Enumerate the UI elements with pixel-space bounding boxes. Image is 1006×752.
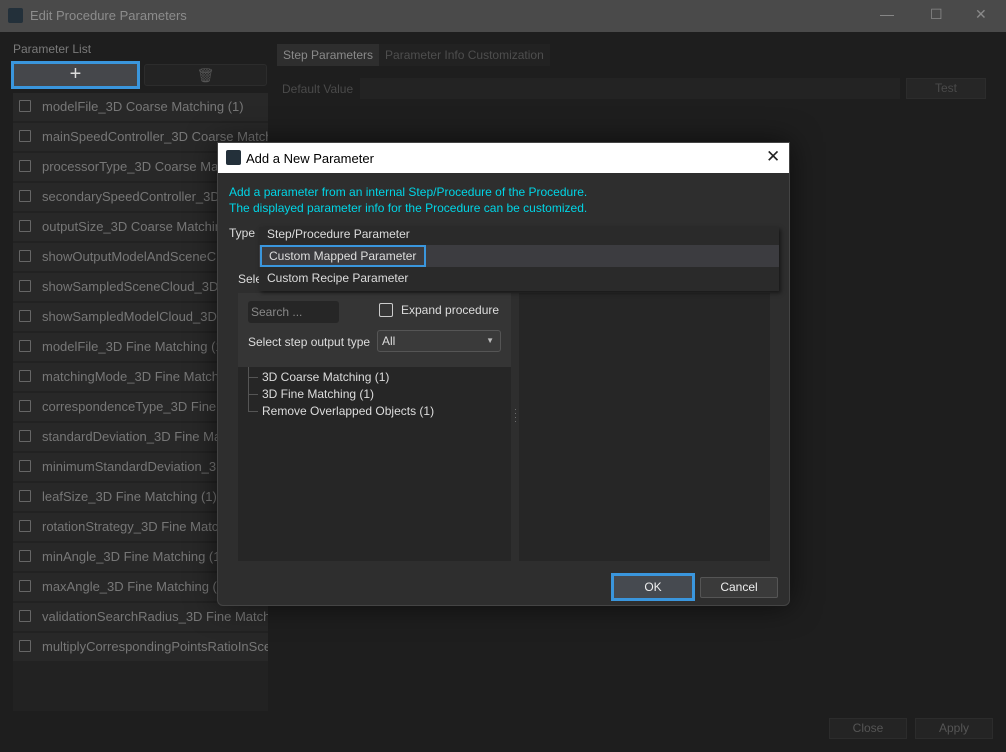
parameter-name: validationSearchRadius_3D Fine Matching … bbox=[42, 609, 268, 624]
dialog-close-button[interactable]: ✕ bbox=[766, 147, 780, 167]
tree-item[interactable]: 3D Coarse Matching (1) bbox=[262, 370, 389, 384]
output-type-label: Select step output type bbox=[248, 335, 371, 349]
parameter-name: multiplyCorrespondingPointsRatioInScene_… bbox=[42, 639, 268, 654]
parameter-icon bbox=[19, 550, 31, 562]
type-dropdown-popup: Step/Procedure Parameter Custom Mapped P… bbox=[259, 227, 779, 291]
parameter-icon bbox=[19, 430, 31, 442]
minimize-button[interactable]: — bbox=[880, 6, 894, 22]
parameter-list-item[interactable]: multiplyCorrespondingPointsRatioInScene_… bbox=[13, 633, 268, 661]
parameter-icon bbox=[19, 100, 31, 112]
step-selection-panel: Search ... Expand procedure Select step … bbox=[238, 293, 511, 561]
parameter-icon bbox=[19, 130, 31, 142]
default-value-input[interactable] bbox=[360, 78, 900, 99]
parameter-icon bbox=[19, 580, 31, 592]
parameter-name: minAngle_3D Fine Matching (1) bbox=[42, 549, 225, 564]
type-option-custom-recipe[interactable]: Custom Recipe Parameter bbox=[267, 267, 408, 289]
chevron-down-icon: ▼ bbox=[486, 336, 494, 345]
ok-button[interactable]: OK bbox=[611, 573, 695, 601]
tree-line bbox=[248, 395, 258, 412]
expand-procedure-label: Expand procedure bbox=[401, 303, 500, 317]
parameter-name: modelFile_3D Coarse Matching (1) bbox=[42, 99, 244, 114]
parameter-list-label: Parameter List bbox=[13, 42, 92, 56]
apply-button[interactable]: Apply bbox=[915, 718, 993, 739]
type-option-step-procedure[interactable]: Step/Procedure Parameter bbox=[267, 223, 410, 245]
tab-parameter-info-customization[interactable]: Parameter Info Customization bbox=[379, 44, 550, 66]
default-value-label: Default Value bbox=[282, 82, 354, 96]
dialog-title: Add a New Parameter bbox=[246, 151, 374, 166]
parameter-name: leafSize_3D Fine Matching (1) bbox=[42, 489, 217, 504]
filter-area: Search ... Expand procedure Select step … bbox=[238, 293, 511, 367]
app-logo-icon bbox=[8, 8, 23, 23]
window-titlebar: Edit Procedure Parameters — ☐ ✕ bbox=[0, 0, 1006, 32]
parameter-icon bbox=[19, 250, 31, 262]
tree-line bbox=[248, 378, 258, 395]
window-close-button[interactable]: ✕ bbox=[975, 6, 987, 23]
parameter-icon bbox=[19, 460, 31, 472]
output-type-value: All bbox=[382, 334, 396, 348]
parameter-icon bbox=[19, 160, 31, 172]
info-text-1: Add a parameter from an internal Step/Pr… bbox=[229, 185, 588, 199]
trash-icon: 🗑 bbox=[196, 67, 215, 83]
parameter-name: maxAngle_3D Fine Matching (1) bbox=[42, 579, 229, 594]
tree-item[interactable]: Remove Overlapped Objects (1) bbox=[262, 404, 434, 418]
parameter-icon bbox=[19, 310, 31, 322]
parameter-icon bbox=[19, 490, 31, 502]
parameter-icon bbox=[19, 220, 31, 232]
add-parameter-button[interactable]: + bbox=[11, 61, 140, 89]
parameter-icon bbox=[19, 520, 31, 532]
tree-line bbox=[248, 367, 258, 378]
parameter-icon bbox=[19, 370, 31, 382]
add-parameter-dialog: Add a New Parameter ✕ Add a parameter fr… bbox=[217, 142, 790, 606]
tab-step-parameters[interactable]: Step Parameters bbox=[277, 44, 380, 66]
parameter-icon bbox=[19, 280, 31, 292]
parameter-icon bbox=[19, 610, 31, 622]
test-button[interactable]: Test bbox=[906, 78, 986, 99]
info-text-2: The displayed parameter info for the Pro… bbox=[229, 201, 588, 215]
splitter-handle[interactable]: · · · · bbox=[514, 405, 517, 426]
tab-bar: Step Parameters Parameter Info Customizat… bbox=[277, 44, 550, 66]
dialog-titlebar: Add a New Parameter ✕ bbox=[218, 143, 789, 173]
parameter-icon bbox=[19, 340, 31, 352]
maximize-button[interactable]: ☐ bbox=[930, 6, 943, 23]
parameter-icon bbox=[19, 190, 31, 202]
output-type-select[interactable]: All ▼ bbox=[377, 330, 501, 352]
parameter-list-item[interactable]: validationSearchRadius_3D Fine Matching … bbox=[13, 603, 268, 631]
cancel-button[interactable]: Cancel bbox=[700, 577, 778, 598]
expand-procedure-checkbox[interactable] bbox=[379, 303, 393, 317]
app-logo-icon bbox=[226, 150, 241, 165]
parameter-list-item[interactable]: modelFile_3D Coarse Matching (1) bbox=[13, 93, 268, 121]
window-title: Edit Procedure Parameters bbox=[30, 8, 187, 23]
type-option-custom-mapped[interactable]: Custom Mapped Parameter bbox=[260, 245, 427, 267]
parameter-name: modelFile_3D Fine Matching (1) bbox=[42, 339, 227, 354]
search-input[interactable]: Search ... bbox=[248, 301, 339, 323]
parameter-detail-panel bbox=[519, 293, 770, 561]
parameter-icon bbox=[19, 400, 31, 412]
delete-parameter-button[interactable]: 🗑 bbox=[144, 64, 267, 86]
parameter-icon bbox=[19, 640, 31, 652]
close-button[interactable]: Close bbox=[829, 718, 907, 739]
type-label: Type bbox=[229, 226, 256, 240]
tree-item[interactable]: 3D Fine Matching (1) bbox=[262, 387, 374, 401]
